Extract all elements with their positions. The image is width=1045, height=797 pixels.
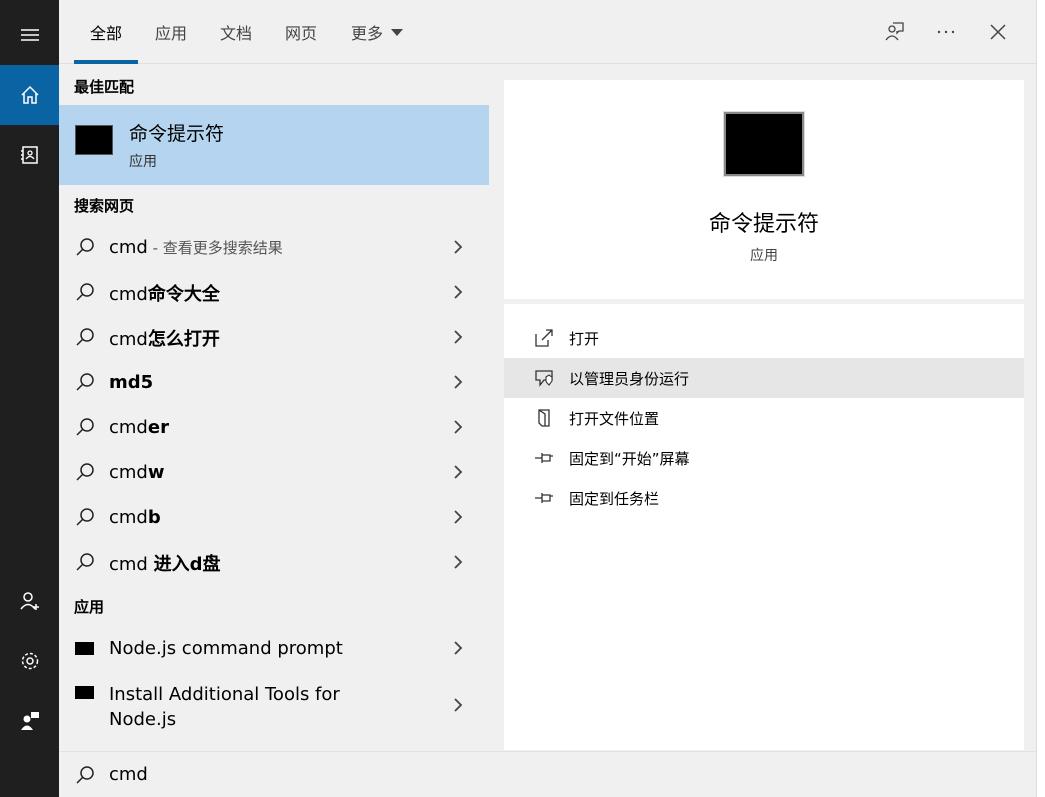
web-result-item[interactable]: cmd - 查看更多搜索结果: [59, 225, 489, 270]
details-actions: 打开 以管理员身份运行 打开文件位置 固定到“开始”屏幕 固定到任务栏: [504, 304, 1024, 750]
search-icon: [76, 238, 94, 256]
feedback-icon: [20, 712, 39, 730]
tab-web[interactable]: 网页: [285, 0, 317, 64]
command-prompt-icon: [75, 125, 113, 155]
search-input[interactable]: cmd: [109, 764, 148, 785]
feedback-icon: [885, 22, 904, 41]
chevron-right-icon[interactable]: [451, 553, 465, 571]
section-best-match: 最佳匹配: [74, 78, 135, 96]
app-result-item[interactable]: Install Additional Tools for Node.js: [59, 676, 489, 736]
search-icon: [76, 283, 94, 301]
notebook-button[interactable]: [0, 125, 59, 185]
action-run-as-admin[interactable]: 以管理员身份运行: [504, 358, 1024, 398]
chevron-right-icon[interactable]: [451, 373, 465, 391]
section-search-web: 搜索网页: [74, 197, 135, 215]
pin-icon: [535, 493, 553, 503]
search-icon: [76, 373, 94, 391]
web-result-label: cmd命令大全: [109, 283, 220, 305]
search-icon: [76, 328, 94, 346]
notebook-icon: [20, 146, 38, 164]
search-icon: [76, 508, 94, 526]
action-pin-to-taskbar[interactable]: 固定到任务栏: [504, 478, 1024, 518]
more-options-button[interactable]: [932, 18, 960, 46]
chevron-right-icon[interactable]: [451, 696, 465, 714]
search-icon: [76, 766, 94, 784]
tab-all[interactable]: 全部: [73, 0, 139, 64]
details-panel: 命令提示符 应用 打开 以管理员身份运行 打开文件位置 固定到“开始”屏幕 固定…: [504, 80, 1024, 750]
ellipsis-icon: [937, 30, 955, 34]
settings-button[interactable]: [0, 631, 59, 691]
web-result-item[interactable]: cmd 进入d盘: [59, 540, 489, 585]
web-result-label: cmdw: [109, 462, 165, 483]
command-prompt-icon: [724, 112, 804, 176]
web-result-item[interactable]: cmdb: [59, 495, 489, 540]
details-header: 命令提示符 应用: [504, 80, 1024, 299]
best-match-subtitle: 应用: [129, 154, 157, 170]
app-result-label: Node.js command prompt: [109, 638, 343, 659]
search-box[interactable]: cmd: [59, 751, 1036, 797]
search-icon: [76, 463, 94, 481]
add-user-icon: [19, 592, 39, 610]
section-apps: 应用: [74, 598, 105, 616]
feedback-top-button[interactable]: [880, 18, 908, 46]
search-icon: [76, 553, 94, 571]
action-pin-to-start[interactable]: 固定到“开始”屏幕: [504, 438, 1024, 478]
app-result-label: Install Additional Tools for Node.js: [109, 684, 340, 730]
web-result-label: cmder: [109, 417, 169, 438]
action-open[interactable]: 打开: [504, 318, 1024, 358]
top-bar: 全部 应用 文档 网页 更多: [59, 0, 1036, 64]
console-icon: [75, 686, 94, 699]
chevron-down-icon: [391, 28, 404, 36]
chevron-right-icon[interactable]: [451, 463, 465, 481]
details-title: 命令提示符: [708, 212, 819, 237]
shield-icon: [535, 370, 553, 387]
background-window-edge: [1036, 0, 1045, 797]
best-match-item[interactable]: 命令提示符 应用: [59, 105, 489, 185]
close-icon: [990, 24, 1006, 40]
left-rail: [0, 0, 59, 797]
hamburger-icon: [20, 29, 39, 41]
web-result-item[interactable]: cmd命令大全: [59, 270, 489, 315]
gear-icon: [21, 652, 38, 670]
web-result-label: md5: [109, 372, 154, 393]
tab-more[interactable]: 更多: [351, 0, 404, 64]
tab-apps[interactable]: 应用: [155, 0, 187, 64]
pin-icon: [535, 453, 553, 463]
web-result-label: cmd 进入d盘: [109, 553, 221, 575]
web-result-item[interactable]: cmd怎么打开: [59, 315, 489, 360]
file-location-icon: [538, 409, 550, 427]
open-icon: [535, 329, 553, 347]
feedback-button[interactable]: [0, 691, 59, 751]
web-result-label: cmd怎么打开: [109, 328, 220, 350]
web-result-item[interactable]: cmdw: [59, 450, 489, 495]
chevron-right-icon[interactable]: [451, 418, 465, 436]
results-panel: 最佳匹配 命令提示符 应用 搜索网页 cmd - 查看更多搜索结果 cmd命令大…: [59, 65, 489, 751]
tab-documents[interactable]: 文档: [220, 0, 252, 64]
web-result-item[interactable]: cmder: [59, 405, 489, 450]
chevron-right-icon[interactable]: [451, 508, 465, 526]
menu-button[interactable]: [0, 5, 59, 65]
best-match-title: 命令提示符: [129, 123, 225, 145]
details-subtitle: 应用: [750, 248, 778, 264]
search-icon: [76, 418, 94, 436]
web-result-label: cmdb: [109, 507, 161, 528]
web-result-label: cmd - 查看更多搜索结果: [109, 237, 283, 258]
chevron-right-icon[interactable]: [451, 238, 465, 256]
chevron-right-icon[interactable]: [451, 283, 465, 301]
home-icon: [20, 85, 39, 104]
web-result-item[interactable]: md5: [59, 360, 489, 405]
chevron-right-icon[interactable]: [451, 639, 465, 657]
app-result-item[interactable]: Node.js command prompt: [59, 626, 489, 671]
chevron-right-icon[interactable]: [451, 328, 465, 346]
home-button[interactable]: [0, 65, 59, 125]
console-icon: [75, 642, 94, 655]
action-open-file-location[interactable]: 打开文件位置: [504, 398, 1024, 438]
account-button[interactable]: [0, 571, 59, 631]
close-button[interactable]: [984, 18, 1012, 46]
